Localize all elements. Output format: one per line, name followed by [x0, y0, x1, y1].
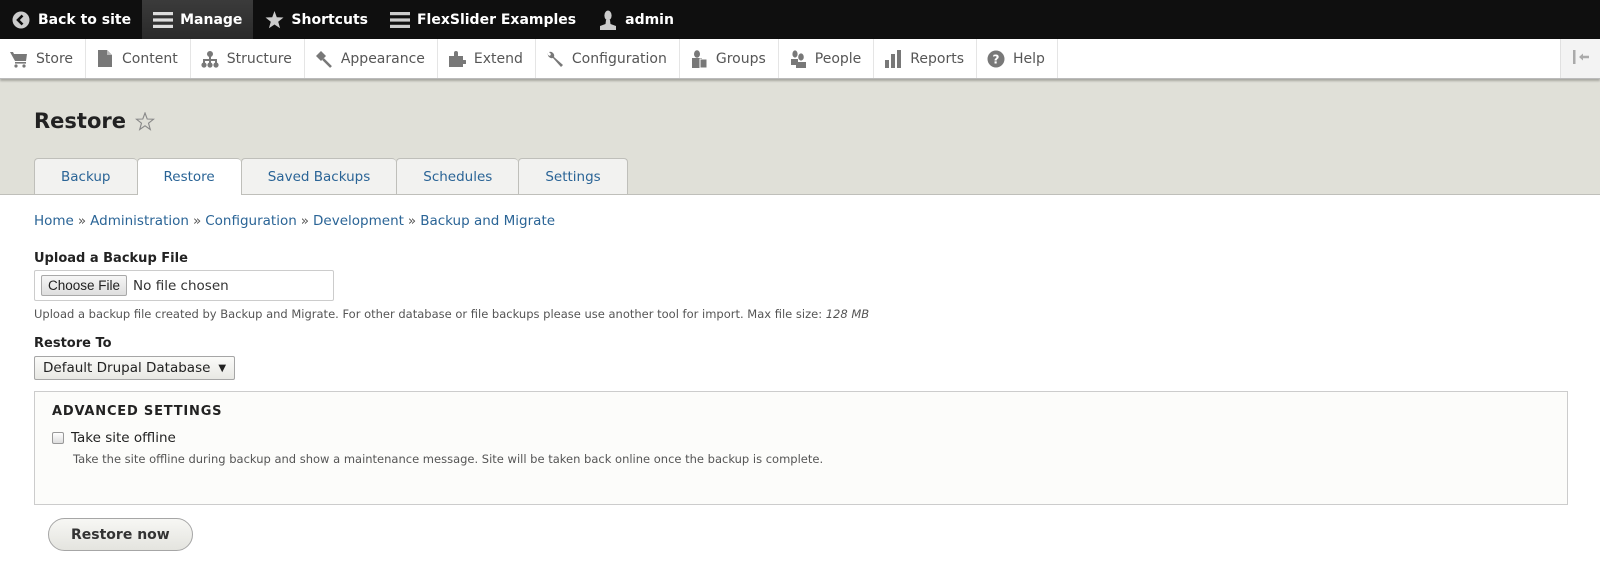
- paintbrush-icon: [315, 50, 333, 68]
- breadcrumb-separator: »: [407, 213, 417, 229]
- breadcrumb-separator: »: [192, 213, 202, 229]
- chevron-left-circle-icon: [11, 10, 31, 30]
- menu-icon: [389, 10, 410, 30]
- restore-now-button[interactable]: Restore now: [48, 518, 193, 551]
- wrench-icon: [546, 50, 564, 68]
- advanced-settings-fieldset: ADVANCED SETTINGS Take site offline Take…: [34, 391, 1568, 505]
- advanced-settings-legend: ADVANCED SETTINGS: [52, 404, 223, 419]
- breadcrumb-administration[interactable]: Administration: [90, 213, 189, 229]
- dropdown-caret-icon: ▼: [218, 362, 227, 374]
- star-icon: [264, 10, 284, 30]
- tray-label: Store: [36, 50, 74, 67]
- choose-file-button[interactable]: Choose File: [41, 275, 128, 296]
- toolbar-label: Manage: [180, 11, 243, 28]
- toolbar-label: admin: [625, 11, 674, 28]
- take-site-offline-label[interactable]: Take site offline: [71, 430, 176, 446]
- breadcrumb-development[interactable]: Development: [313, 213, 404, 229]
- tray-label: Appearance: [340, 50, 425, 67]
- page-header: Restore Backup Restore Saved Backups Sch…: [0, 79, 1600, 195]
- tray-item-people[interactable]: People: [779, 39, 875, 78]
- tray-item-extend[interactable]: Extend: [438, 39, 536, 78]
- tray-label: Help: [1013, 50, 1045, 67]
- upload-file-input[interactable]: Choose File No file chosen: [34, 270, 334, 301]
- tray-label: People: [814, 50, 862, 67]
- sitemap-icon: [201, 50, 219, 68]
- tab-schedules[interactable]: Schedules: [396, 158, 519, 194]
- tray-label: Groups: [715, 50, 766, 67]
- puzzle-icon: [448, 50, 466, 68]
- bar-chart-icon: [884, 49, 902, 68]
- breadcrumb: Home» Administration» Configuration» Develo…: [34, 213, 1566, 229]
- toolbar-label: Shortcuts: [291, 11, 368, 28]
- toolbar-user[interactable]: admin: [587, 0, 685, 39]
- restore-to-label: Restore To: [34, 336, 112, 351]
- take-site-offline-row: Take site offline: [52, 430, 1550, 446]
- restore-to-select[interactable]: Default Drupal Database ▼: [34, 356, 236, 380]
- breadcrumb-home[interactable]: Home: [34, 213, 74, 229]
- tray-label: Structure: [226, 50, 292, 67]
- toolbar-shortcuts[interactable]: Shortcuts: [253, 0, 379, 39]
- take-site-offline-description: Take the site offline during backup and …: [73, 452, 824, 466]
- primary-tabs: Backup Restore Saved Backups Schedules S…: [34, 158, 628, 195]
- upload-label: Upload a Backup File: [34, 251, 188, 266]
- file-icon: [96, 50, 114, 68]
- tray-item-structure[interactable]: Structure: [191, 39, 305, 78]
- breadcrumb-backup-and-migrate[interactable]: Backup and Migrate: [420, 213, 555, 229]
- breadcrumb-separator: »: [77, 213, 87, 229]
- restore-to-selected: Default Drupal Database: [43, 360, 211, 376]
- toolbar-label: FlexSlider Examples: [416, 11, 577, 28]
- tray-label: Content: [122, 50, 178, 67]
- tray-item-help[interactable]: ? Help: [977, 39, 1058, 78]
- toolbar-label: Back to site: [38, 11, 132, 28]
- admin-toolbar: Back to site Manage Shortcuts FlexSlider…: [0, 0, 1600, 39]
- tray-item-reports[interactable]: Reports: [874, 39, 977, 78]
- menu-icon: [153, 10, 174, 30]
- tray-item-content[interactable]: Content: [86, 39, 191, 78]
- tray-label: Reports: [910, 50, 964, 67]
- tray-item-configuration[interactable]: Configuration: [536, 39, 680, 78]
- svg-text:?: ?: [993, 52, 1000, 66]
- tray-item-store[interactable]: Store: [0, 39, 87, 78]
- tab-restore[interactable]: Restore: [136, 158, 241, 195]
- toolbar-back-to-site[interactable]: Back to site: [0, 0, 142, 39]
- tray-spacer: [1058, 39, 1560, 78]
- take-site-offline-checkbox[interactable]: [52, 432, 64, 444]
- cart-icon: [10, 50, 28, 68]
- page-title: Restore: [34, 109, 155, 133]
- page-title-text: Restore: [34, 109, 126, 133]
- toolbar-manage[interactable]: Manage: [142, 0, 254, 39]
- admin-tray: Store Content Structure Appearance Exten…: [0, 39, 1600, 79]
- tab-saved-backups[interactable]: Saved Backups: [240, 158, 397, 194]
- upload-description: Upload a backup file created by Backup a…: [34, 307, 1566, 321]
- file-status: No file chosen: [133, 277, 229, 294]
- breadcrumb-separator: »: [300, 213, 310, 229]
- toolbar-flexslider-examples[interactable]: FlexSlider Examples: [379, 0, 587, 39]
- tray-label: Configuration: [571, 50, 667, 67]
- tray-orientation-toggle[interactable]: [1560, 39, 1600, 78]
- help-icon: ?: [987, 50, 1005, 68]
- groups-icon: [690, 49, 708, 68]
- max-file-size: 128 MB: [825, 307, 870, 321]
- collapse-tray-icon: [1572, 49, 1590, 69]
- upload-description-text: Upload a backup file created by Backup a…: [34, 307, 823, 321]
- tab-settings[interactable]: Settings: [518, 158, 628, 194]
- user-icon: [598, 10, 618, 30]
- tab-backup[interactable]: Backup: [34, 158, 137, 194]
- breadcrumb-configuration[interactable]: Configuration: [205, 213, 297, 229]
- tray-label: Extend: [473, 50, 523, 67]
- main-content: Home» Administration» Configuration» Develo…: [0, 213, 1600, 551]
- shortcut-star-icon[interactable]: [134, 111, 155, 131]
- tray-item-groups[interactable]: Groups: [680, 39, 779, 78]
- tray-item-appearance[interactable]: Appearance: [305, 39, 438, 78]
- people-icon: [789, 49, 807, 68]
